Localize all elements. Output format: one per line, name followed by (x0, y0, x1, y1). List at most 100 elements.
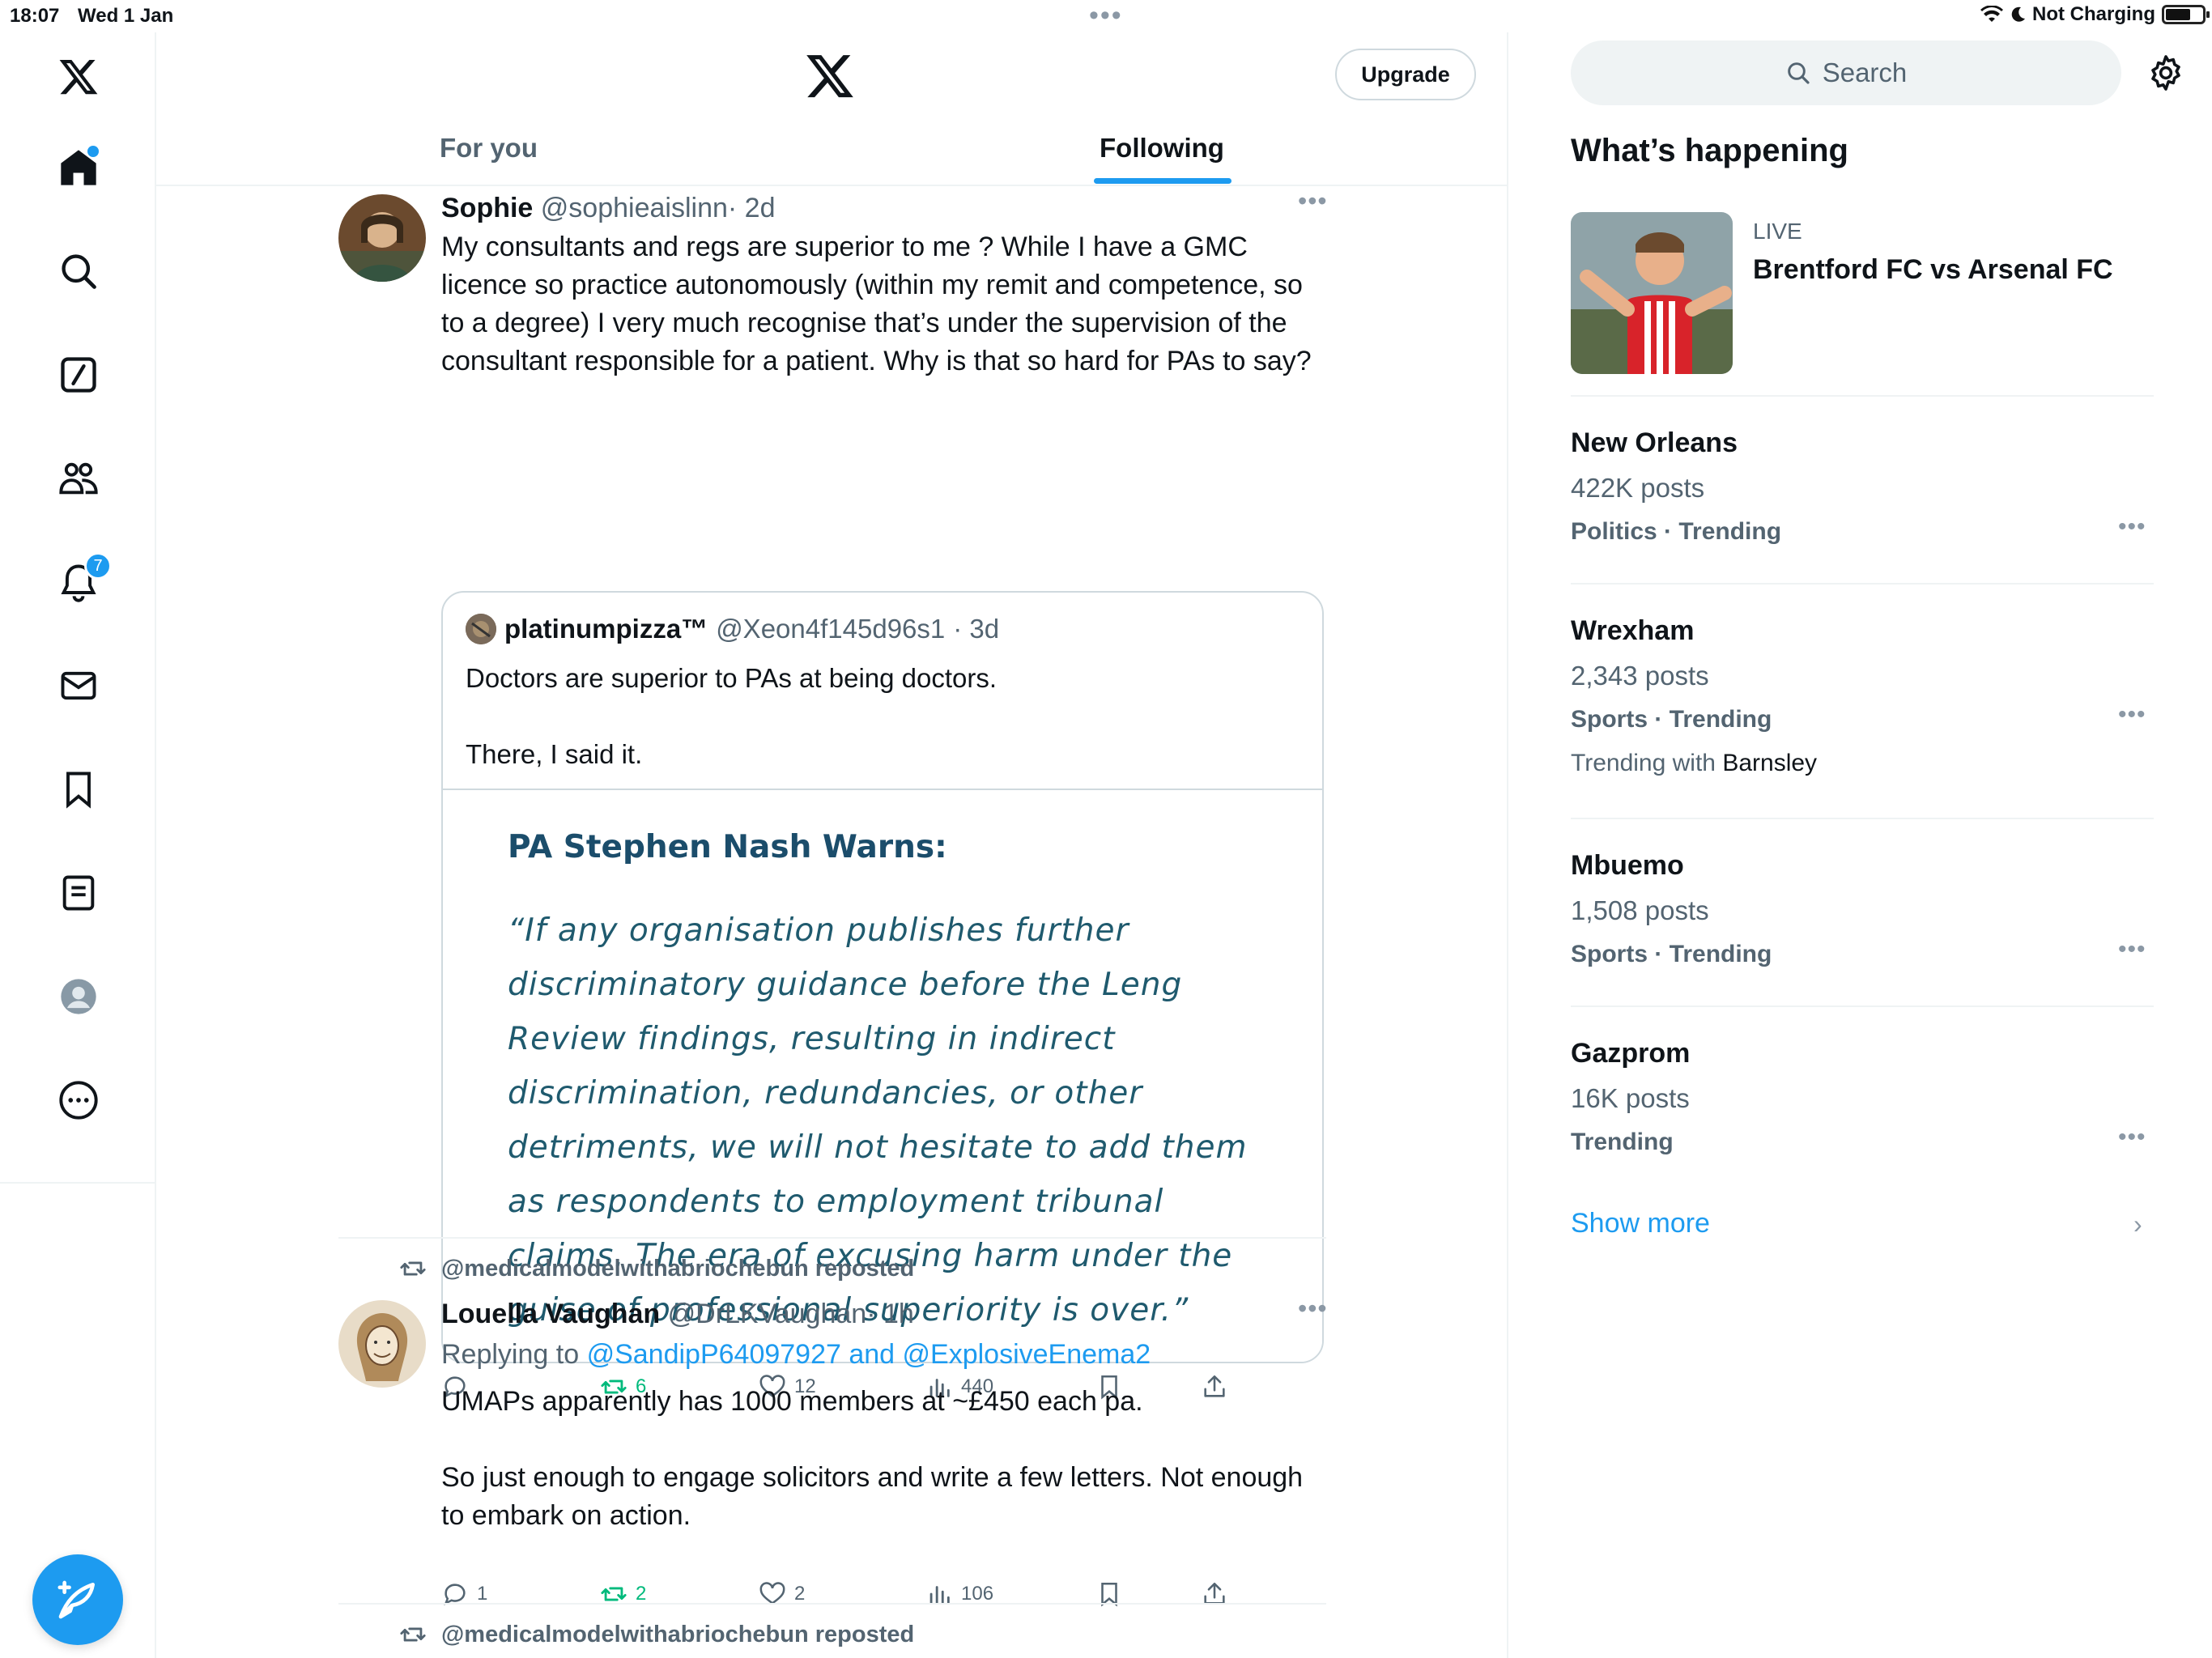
trend-more-button[interactable]: ••• (2118, 701, 2146, 729)
reposted-by-text: @medicalmodelwithabriochebun reposted (441, 1255, 915, 1282)
trend-item[interactable]: Wrexham 2,343 posts Sports · Trending Tr… (1571, 615, 2154, 793)
replying-to: Replying to @SandipP64097927 and @Explos… (441, 1336, 1332, 1374)
gear-icon[interactable] (2146, 53, 2185, 92)
left-nav: 7 (0, 32, 156, 1658)
show-more-link[interactable]: Show more (1571, 1208, 1710, 1239)
trend-more-button[interactable]: ••• (2118, 1124, 2146, 1151)
view-count: 106 (961, 1583, 994, 1605)
nav-divider (0, 1182, 156, 1184)
divider (1571, 395, 2154, 397)
reposted-by[interactable]: @medicalmodelwithabriochebun reposted (399, 1255, 914, 1282)
x-logo-icon[interactable] (50, 49, 107, 105)
trend-posts: 16K posts (1571, 1083, 1690, 1113)
timeline-tabs: For you Following (156, 121, 1508, 186)
search-placeholder: Search (1822, 57, 1908, 87)
lists-icon[interactable] (50, 865, 107, 921)
home-badge-dot (87, 146, 99, 157)
avatar[interactable] (338, 194, 426, 282)
trend-name: New Orleans (1571, 427, 1738, 458)
multitask-dots[interactable]: ••• (1089, 0, 1123, 32)
status-right: Not Charging (1980, 3, 2210, 26)
tweet-paragraph-1: UMAPs apparently has 1000 members at ~£4… (441, 1386, 1143, 1417)
quoted-tweet-header: platinumpizza™ @Xeon4f145d96s1 · 3d (466, 614, 999, 644)
active-tab-indicator (1094, 178, 1231, 184)
like-count: 2 (794, 1583, 806, 1605)
trend-with: Trending with Barnsley (1571, 750, 1817, 777)
search-icon (1787, 62, 1810, 84)
search-icon[interactable] (50, 243, 107, 300)
x-logo-icon[interactable] (804, 50, 856, 102)
trend-item[interactable]: Gazprom 16K posts Trending ••• (1571, 1038, 2154, 1167)
moon-icon (2011, 6, 2026, 22)
status-time: 18:07 (10, 5, 60, 27)
live-event-image (1571, 212, 1733, 374)
quoted-tweet[interactable]: platinumpizza™ @Xeon4f145d96s1 · 3d Docto… (441, 591, 1324, 1363)
handle[interactable]: @DrLKVaughan (668, 1299, 867, 1329)
status-date: Wed 1 Jan (78, 5, 174, 27)
bookmark-icon[interactable] (50, 761, 107, 818)
tweet-paragraph-2: So just enough to engage solicitors and … (441, 1462, 1304, 1531)
reply-count: 1 (477, 1583, 488, 1605)
more-icon[interactable] (50, 1072, 107, 1129)
trend-posts: 422K posts (1571, 473, 1705, 503)
trend-posts: 1,508 posts (1571, 895, 1709, 925)
upgrade-button[interactable]: Upgrade (1335, 49, 1476, 100)
trend-name: Gazprom (1571, 1038, 1691, 1069)
home-icon[interactable] (50, 139, 107, 196)
trend-with-name[interactable]: Barnsley (1722, 750, 1817, 776)
timestamp[interactable]: · 1h (866, 1299, 914, 1329)
trend-more-button[interactable]: ••• (2118, 513, 2146, 541)
status-bar: 18:07 Wed 1 Jan ••• Not Charging (0, 0, 2212, 32)
trend-item[interactable]: New Orleans 422K posts Politics · Trendi… (1571, 427, 2154, 557)
avatar[interactable] (338, 1300, 426, 1388)
trend-category: Politics · Trending (1571, 518, 1782, 545)
reposted-by[interactable]: @medicalmodelwithabriochebun reposted (399, 1621, 914, 1648)
tweet-more-button[interactable]: ••• (1298, 186, 1328, 216)
quoted-line-1: Doctors are superior to PAs at being doc… (466, 663, 998, 693)
grok-icon[interactable] (50, 346, 107, 403)
profile-icon[interactable] (50, 968, 107, 1025)
tab-following[interactable]: Following (1100, 121, 1224, 186)
repost-icon (400, 1627, 426, 1642)
battery-icon (2162, 5, 2210, 24)
repost-count: 2 (636, 1583, 647, 1605)
tweet-divider (338, 1237, 1326, 1239)
trend-category: Trending (1571, 1129, 1674, 1155)
quoted-handle: @Xeon4f145d96s1 (716, 614, 946, 644)
trend-category: Sports · Trending (1571, 706, 1772, 733)
replying-to-links[interactable]: @SandipP64097927 and @ExplosiveEnema2 (587, 1339, 1151, 1370)
search-input[interactable]: Search (1571, 40, 2121, 105)
live-event[interactable]: LIVE Brentford FC vs Arsenal FC (1571, 212, 2154, 374)
charging-status: Not Charging (2032, 3, 2155, 25)
tab-for-you[interactable]: For you (440, 121, 538, 186)
trend-more-button[interactable]: ••• (2118, 936, 2146, 963)
repost-icon (400, 1261, 426, 1276)
trend-category: Sports · Trending (1571, 941, 1772, 967)
tweet-text: My consultants and regs are superior to … (441, 232, 1312, 376)
handle[interactable]: @sophieaislinn (541, 193, 728, 223)
right-sidebar: Search What’s happening LIVE Brentford F… (1510, 32, 2212, 1658)
tweet-text: UMAPs apparently has 1000 members at ~£4… (441, 1383, 1332, 1535)
quoted-avatar (466, 614, 496, 644)
live-title: Brentford FC vs Arsenal FC (1753, 254, 2113, 285)
section-title: What’s happening (1571, 133, 1848, 168)
reposted-by-text: @medicalmodelwithabriochebun reposted (441, 1621, 915, 1647)
communities-icon[interactable] (50, 450, 107, 507)
bell-icon[interactable]: 7 (50, 552, 112, 610)
compose-button[interactable] (32, 1554, 123, 1645)
tweet-more-button[interactable]: ••• (1298, 1294, 1328, 1324)
display-name[interactable]: Louella Vaughan (441, 1299, 660, 1329)
chevron-right-icon: › (2133, 1209, 2142, 1239)
media-title: PA Stephen Nash Warns: (508, 829, 947, 865)
quoted-timestamp: · 3d (953, 614, 1000, 644)
tweet-header: Sophie @sophieaislinn· 2d (441, 189, 775, 227)
compose-icon (57, 1580, 95, 1619)
timestamp[interactable]: · 2d (728, 193, 776, 223)
trend-item[interactable]: Mbuemo 1,508 posts Sports · Trending ••• (1571, 850, 2154, 980)
quoted-text: Doctors are superior to PAs at being doc… (466, 659, 997, 773)
trend-name: Mbuemo (1571, 850, 1684, 881)
mail-icon[interactable] (50, 657, 107, 714)
display-name[interactable]: Sophie (441, 193, 533, 223)
divider (1571, 1005, 2154, 1007)
main-timeline: Upgrade For you Following Sophie @sophie… (156, 32, 1508, 1658)
